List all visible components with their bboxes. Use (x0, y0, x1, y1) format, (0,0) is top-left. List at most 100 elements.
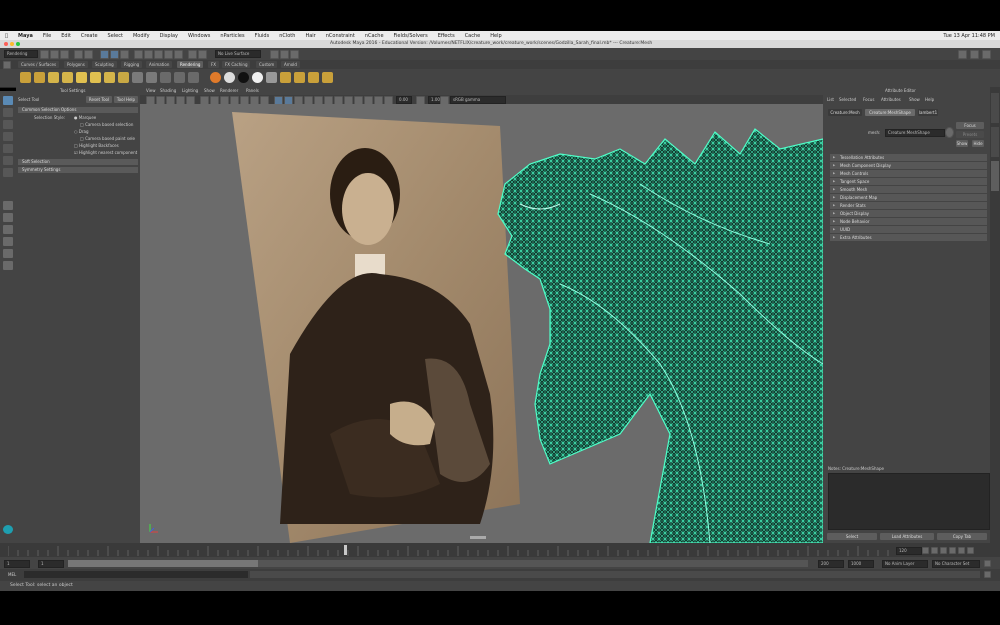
render-settings-icon[interactable] (290, 50, 299, 59)
select-button[interactable]: Select (827, 533, 877, 540)
hide-button[interactable]: Hide (972, 140, 984, 147)
tab-custom[interactable]: Custom (256, 61, 278, 68)
rotate-tool-icon[interactable] (3, 144, 13, 153)
tab-rendering[interactable]: Rendering (177, 61, 204, 68)
command-language-label[interactable]: MEL (8, 572, 16, 578)
tab-fx-caching[interactable]: FX Caching (222, 61, 251, 68)
character-set-dropdown[interactable]: No Character Set (932, 560, 980, 568)
menu-fluids[interactable]: Fluids (255, 33, 270, 39)
last-tool-icon[interactable] (3, 168, 13, 177)
select-hierarchy-icon[interactable] (100, 50, 109, 59)
make-live-icon[interactable] (174, 50, 183, 59)
user-icon[interactable] (958, 50, 967, 59)
go-to-input-icon[interactable] (945, 127, 954, 138)
redo-icon[interactable] (84, 50, 93, 59)
viewport-menu-show[interactable]: Show (204, 88, 215, 93)
render-sequence-icon[interactable] (322, 72, 333, 83)
batch-render-icon[interactable] (308, 72, 319, 83)
surface-shader-icon[interactable] (238, 72, 249, 83)
marquee-radio[interactable]: ● Marquee (74, 115, 96, 121)
menu-ncache[interactable]: nCache (365, 33, 384, 39)
tab-animation[interactable]: Animation (146, 61, 173, 68)
hypershade-layout-icon[interactable] (3, 249, 13, 258)
auto-key-icon[interactable] (984, 560, 991, 567)
camera-based-paint-checkbox[interactable]: □ Camera based paint sele (80, 136, 135, 142)
symmetry-settings-section[interactable]: Symmetry Settings (18, 167, 138, 173)
menu-ncloth[interactable]: nCloth (279, 33, 295, 39)
playback-end-field[interactable]: 200 (818, 560, 844, 568)
select-tool-icon[interactable] (3, 96, 13, 105)
ae-menu-selected[interactable]: Selected (839, 97, 856, 103)
scale-tool-icon[interactable] (3, 156, 13, 165)
view-transform-dropdown[interactable]: sRGB gamma (450, 96, 506, 104)
menu-modify[interactable]: Modify (133, 33, 150, 39)
range-slider-handle[interactable] (68, 560, 258, 567)
menu-create[interactable]: Create (81, 33, 98, 39)
attribute-editor-toggle-icon[interactable] (982, 50, 991, 59)
soft-selection-section[interactable]: Soft Selection (18, 159, 138, 165)
common-selection-options-section[interactable]: Common Selection Options (18, 107, 138, 113)
undo-icon[interactable] (74, 50, 83, 59)
ae-tab-creature-mesh[interactable]: Creature:Mesh (828, 109, 862, 116)
side-tab-attribute-editor[interactable] (991, 161, 999, 191)
tab-fx[interactable]: FX (208, 61, 220, 68)
close-window-button[interactable] (4, 42, 8, 46)
show-button[interactable]: Show (956, 140, 968, 147)
assign-material-icon[interactable] (280, 72, 291, 83)
notes-textarea[interactable] (828, 473, 990, 530)
minimize-window-button[interactable] (10, 42, 14, 46)
ae-section-node-behavior[interactable]: Node Behavior (830, 218, 987, 225)
ae-menu-focus[interactable]: Focus (863, 97, 874, 103)
new-scene-icon[interactable] (40, 50, 49, 59)
current-time-indicator[interactable] (344, 545, 347, 555)
go-to-end-icon[interactable] (967, 547, 974, 554)
script-editor-icon[interactable] (984, 571, 991, 578)
load-attributes-button[interactable]: Load Attributes (880, 533, 934, 540)
render-view-shelf-icon[interactable] (188, 72, 199, 83)
drag-radio[interactable]: ○ Drag (74, 129, 88, 135)
ipr-render-icon[interactable] (280, 50, 289, 59)
ae-section-tangent-space[interactable]: Tangent Space (830, 178, 987, 185)
bake-lighting-icon[interactable] (294, 72, 305, 83)
play-backwards-icon[interactable] (940, 547, 947, 554)
go-to-start-icon[interactable] (922, 547, 929, 554)
anim-layer-dropdown[interactable]: No Anim Layer (882, 560, 928, 568)
volume-light-icon[interactable] (118, 72, 129, 83)
history-icon[interactable] (188, 50, 197, 59)
menu-help[interactable]: Help (490, 33, 501, 39)
select-component-icon[interactable] (120, 50, 129, 59)
viewport-menu-shading[interactable]: Shading (160, 88, 176, 93)
ae-section-displacement-map[interactable]: Displacement Map (830, 194, 987, 201)
animation-start-field[interactable]: 1 (4, 560, 30, 568)
ae-menu-help[interactable]: Help (925, 97, 934, 103)
camera-based-selection-checkbox[interactable]: □ Camera based selection (80, 122, 133, 128)
time-slider[interactable]: 120 (0, 543, 1000, 557)
menu-hair[interactable]: Hair (305, 33, 315, 39)
viewport-menu-lighting[interactable]: Lighting (182, 88, 198, 93)
render-view-icon[interactable] (270, 50, 279, 59)
tab-curves-surfaces[interactable]: Curves / Surfaces (18, 61, 60, 68)
live-surface-field[interactable]: No Live Surface (215, 50, 261, 58)
modeling-toolkit-icon[interactable] (970, 50, 979, 59)
step-forward-icon[interactable] (958, 547, 965, 554)
directional-light-icon[interactable] (62, 72, 73, 83)
ae-section-tessellation[interactable]: Tessellation Attributes (830, 154, 987, 161)
menu-select[interactable]: Select (108, 33, 123, 39)
area-light-icon[interactable] (104, 72, 115, 83)
perspective-viewport[interactable] (140, 104, 823, 543)
focus-button[interactable]: Focus (956, 122, 984, 129)
ae-section-render-stats[interactable]: Render Stats (830, 202, 987, 209)
animation-end-field[interactable]: 1000 (848, 560, 874, 568)
app-menu[interactable]: Maya (18, 33, 33, 39)
snap-curve-icon[interactable] (144, 50, 153, 59)
ae-menu-attributes[interactable]: Attributes (881, 97, 901, 103)
mesh-name-field[interactable]: Creature:MeshShape (885, 129, 945, 137)
blinn-material-icon[interactable] (210, 72, 221, 83)
apple-icon[interactable]:  (5, 33, 8, 39)
phong-material-icon[interactable] (252, 72, 263, 83)
creature-wireframe-mesh[interactable] (497, 128, 823, 543)
hypershade-icon[interactable] (174, 72, 185, 83)
highlight-backfaces-checkbox[interactable]: □ Highlight Backfaces (74, 143, 119, 149)
persp-graph-layout-icon[interactable] (3, 237, 13, 246)
reset-tool-button[interactable]: Reset Tool (86, 96, 112, 103)
